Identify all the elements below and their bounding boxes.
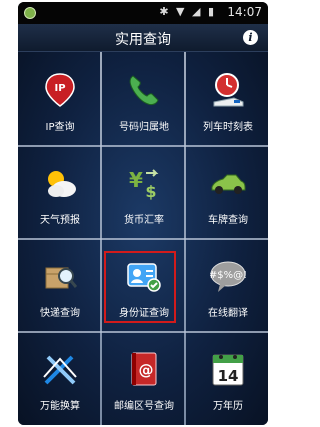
grid-item-label: 快递查询 — [40, 308, 80, 319]
grid-item-express-query[interactable]: 快递查询 — [20, 240, 100, 330]
info-button[interactable]: i — [243, 30, 258, 45]
grid-item-label: 万能换算 — [40, 401, 80, 412]
svg-text:IP: IP — [54, 83, 65, 94]
svg-text:¥: ¥ — [129, 168, 143, 192]
grid-item-label: 号码归属地 — [119, 122, 169, 133]
train-clock-icon — [213, 73, 244, 107]
svg-text:#$%@!: #$%@! — [210, 270, 246, 281]
page-title: 实用查询 — [115, 32, 171, 48]
title-bar: 实用查询 i — [18, 24, 268, 52]
svg-text:@: @ — [139, 361, 154, 379]
grid-item-unit-conversion[interactable]: 万能换算 — [20, 333, 100, 423]
ip-pin-icon: IP — [45, 73, 75, 107]
phone-screen: ✱ ▼ ◢ ▮ 14:07 实用查询 i IP IP查询 号码归属地 列车时刻表… — [18, 2, 268, 425]
grid-item-label: IP查询 — [45, 122, 75, 133]
grid-item-label: 列车时刻表 — [203, 122, 253, 133]
weather-icon — [48, 171, 76, 197]
parcel-search-icon — [45, 267, 78, 289]
notification-app-icon — [24, 7, 36, 19]
selection-highlight — [104, 251, 176, 323]
grid-item-weather[interactable]: 天气预报 — [20, 147, 100, 237]
grid-item-label: 天气预报 — [40, 215, 80, 226]
grid-item-train-timetable[interactable]: 列车时刻表 — [188, 54, 268, 144]
car-icon — [211, 174, 246, 194]
grid-item-perpetual-calendar[interactable]: 14 万年历 — [188, 333, 268, 423]
tool-grid: IP IP查询 号码归属地 列车时刻表 天气预报 ¥ $ 货币汇率 车牌查询 快… — [18, 52, 268, 425]
translate-bubble-icon: #$%@! — [210, 261, 246, 292]
grid-item-postcode-query[interactable]: @ 邮编区号查询 — [104, 333, 184, 423]
tools-icon — [43, 355, 77, 385]
postal-book-icon: @ — [131, 352, 157, 386]
grid-item-label: 万年历 — [213, 401, 243, 412]
phone-handset-icon — [129, 75, 159, 106]
grid-item-currency-rate[interactable]: ¥ $ 货币汇率 — [104, 147, 184, 237]
system-status-icons: ✱ ▼ ◢ ▮ — [159, 5, 216, 18]
grid-item-ip-query[interactable]: IP IP查询 — [20, 54, 100, 144]
grid-item-plate-query[interactable]: 车牌查询 — [188, 147, 268, 237]
calendar-day: 14 — [218, 367, 239, 385]
status-bar: ✱ ▼ ◢ ▮ 14:07 — [18, 2, 268, 24]
svg-text:$: $ — [145, 182, 156, 201]
status-clock: 14:07 — [227, 5, 262, 19]
grid-item-phone-location[interactable]: 号码归属地 — [104, 54, 184, 144]
grid-item-label: 在线翻译 — [208, 308, 248, 319]
currency-exchange-icon: ¥ $ — [129, 168, 159, 201]
grid-item-online-translate[interactable]: #$%@! 在线翻译 — [188, 240, 268, 330]
grid-item-label: 邮编区号查询 — [114, 401, 174, 412]
calendar-icon: 14 — [212, 354, 244, 386]
grid-item-label: 货币汇率 — [124, 215, 164, 226]
grid-item-label: 车牌查询 — [208, 215, 248, 226]
